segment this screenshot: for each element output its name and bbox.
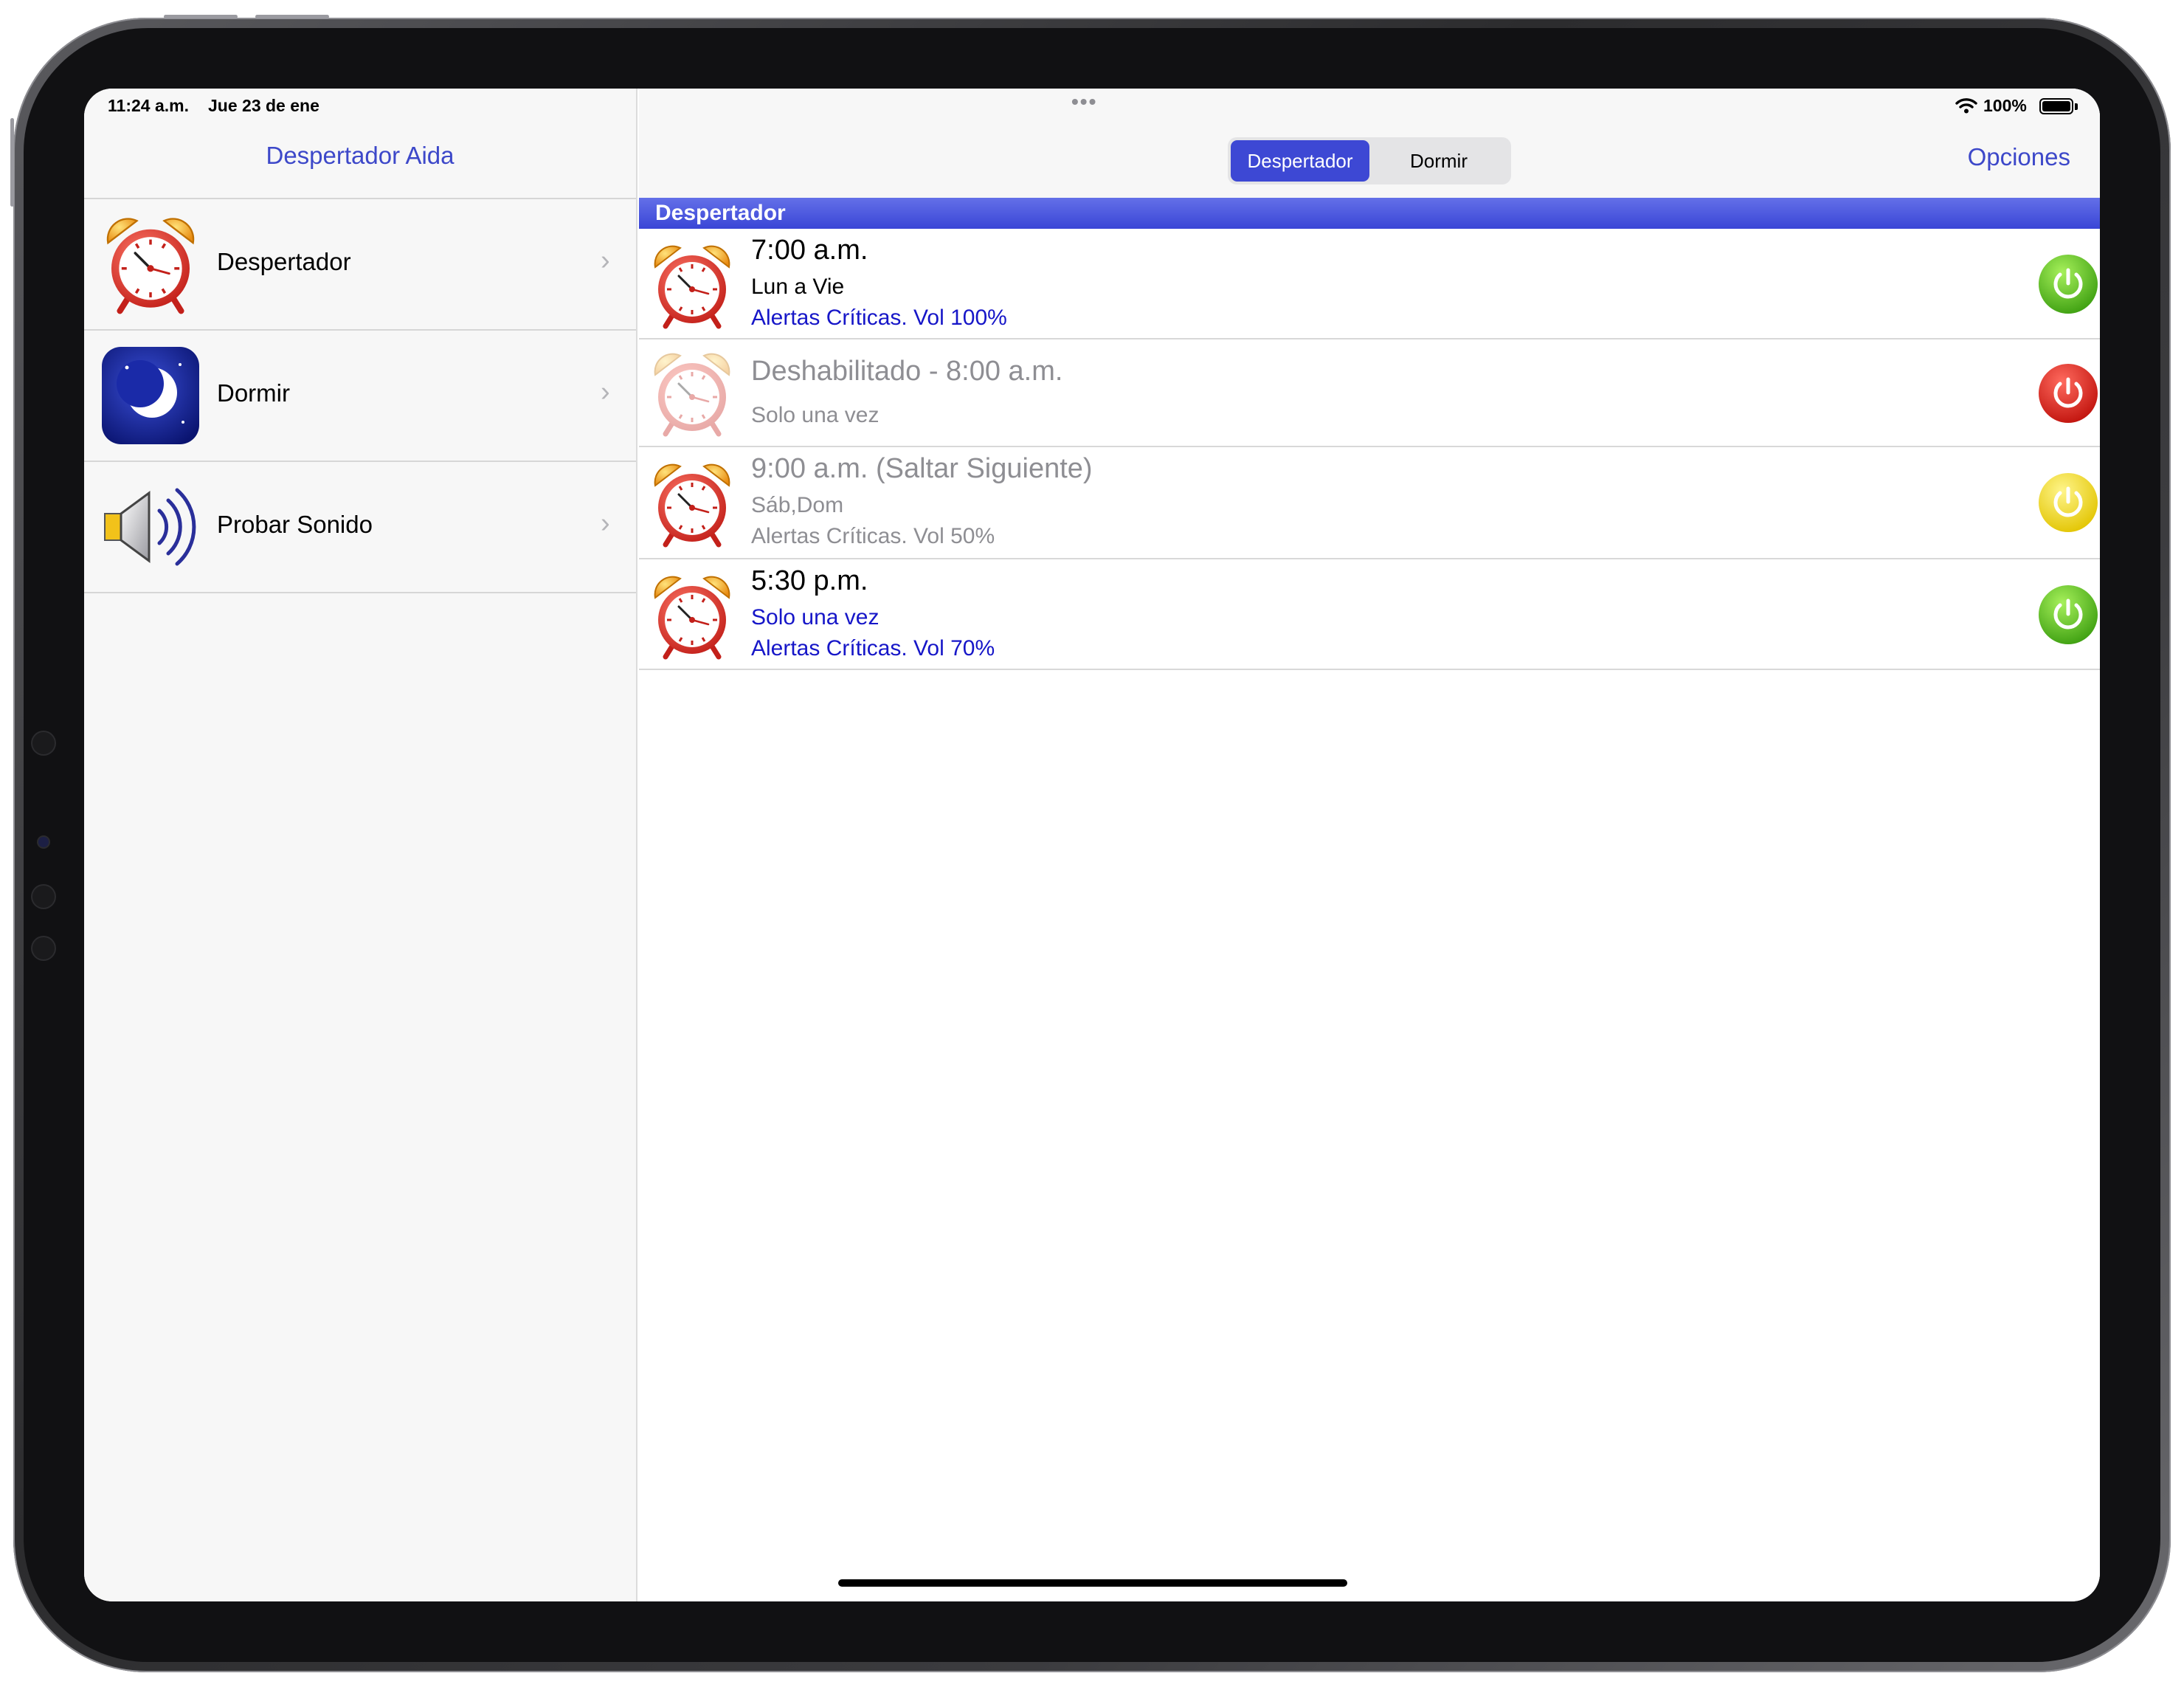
alarm-time: 9:00 a.m. (Saltar Siguiente) [751,453,1093,484]
segment-dormir[interactable]: Dormir [1369,140,1508,182]
sidebar-item-despertador[interactable]: Despertador › [84,199,636,331]
section-header: Despertador [639,198,2100,229]
alarm-clock-icon [651,573,733,660]
sidebar-title: Despertador Aida [266,142,455,169]
sidebar-item-probar-sonido[interactable]: Probar Sonido › [84,462,636,593]
alarm-list: 7:00 a.m. Lun a Vie Alertas Críticas. Vo… [639,229,2100,670]
wifi-icon [1955,98,1977,114]
sidebar-item-label: Probar Sonido [217,511,373,538]
alarm-repeat: Sáb,Dom [751,493,844,517]
battery-percent: 100% [1983,96,2027,115]
sidebar-item-label: Despertador [217,248,351,275]
battery-cap [2075,103,2078,110]
top-button [164,15,238,18]
alarm-time: Deshabilitado - 8:00 a.m. [751,356,1063,387]
screen: 11:24 a.m. Jue 23 de ene ••• 100% Desper… [84,89,2100,1601]
main-content: Despertador Dormir Opciones Despertador … [639,89,2100,1601]
sidebar-item-dormir[interactable]: Dormir › [84,331,636,462]
status-time: 11:24 a.m. [108,96,189,115]
moon-icon [102,347,199,444]
alarm-clock-icon [651,461,733,548]
status-bar: 11:24 a.m. Jue 23 de ene ••• 100% [84,89,2100,124]
home-indicator[interactable] [838,1579,1347,1587]
alarm-row[interactable]: Deshabilitado - 8:00 a.m. Solo una vez [639,339,2100,447]
power-toggle-button[interactable] [2038,472,2098,533]
segmented-control: Despertador Dormir [1228,137,1511,184]
segment-despertador[interactable]: Despertador [1231,140,1369,182]
options-button[interactable]: Opciones [1968,143,2070,171]
alarm-details: Alertas Críticas. Vol 70% [751,636,995,661]
status-date: Jue 23 de ene [208,96,319,115]
alarm-details: Alertas Críticas. Vol 100% [751,306,1007,330]
sensor-dot-icon [32,886,55,908]
alarm-clock-icon [651,350,733,437]
alarm-time: 5:30 p.m. [751,565,868,596]
battery-icon [2039,98,2073,114]
sidebar: Despertador Aida Despertador › Dormir › [84,89,637,1601]
alarm-clock-icon [100,214,201,314]
chevron-right-icon: › [601,508,610,539]
volume-button [10,118,14,207]
alarm-repeat: Solo una vez [751,403,880,427]
alarm-details: Alertas Críticas. Vol 50% [751,524,995,548]
sensor-dot-icon [32,937,55,959]
chevron-right-icon: › [601,376,610,407]
alarm-row[interactable]: 5:30 p.m. Solo una vez Alertas Críticas.… [639,559,2100,670]
alarm-repeat: Solo una vez [751,605,880,630]
alarm-row[interactable]: 7:00 a.m. Lun a Vie Alertas Críticas. Vo… [639,229,2100,339]
alarm-repeat: Lun a Vie [751,275,845,299]
alarm-row[interactable]: 9:00 a.m. (Saltar Siguiente) Sáb,Dom Ale… [639,447,2100,559]
sensor-dot-icon [38,837,49,847]
chevron-right-icon: › [601,245,610,276]
multitasking-dots-icon[interactable]: ••• [1071,90,1097,114]
power-toggle-button[interactable] [2038,363,2098,424]
sidebar-item-label: Dormir [217,379,290,407]
top-button-2 [255,15,329,18]
power-toggle-button[interactable] [2038,254,2098,314]
alarm-time: 7:00 a.m. [751,235,868,266]
sidebar-list: Despertador › Dormir › Probar Sonido › [84,199,636,593]
power-toggle-button[interactable] [2038,584,2098,645]
alarm-clock-icon [651,242,733,329]
camera-lens-icon [32,732,55,754]
speaker-icon [104,488,196,566]
